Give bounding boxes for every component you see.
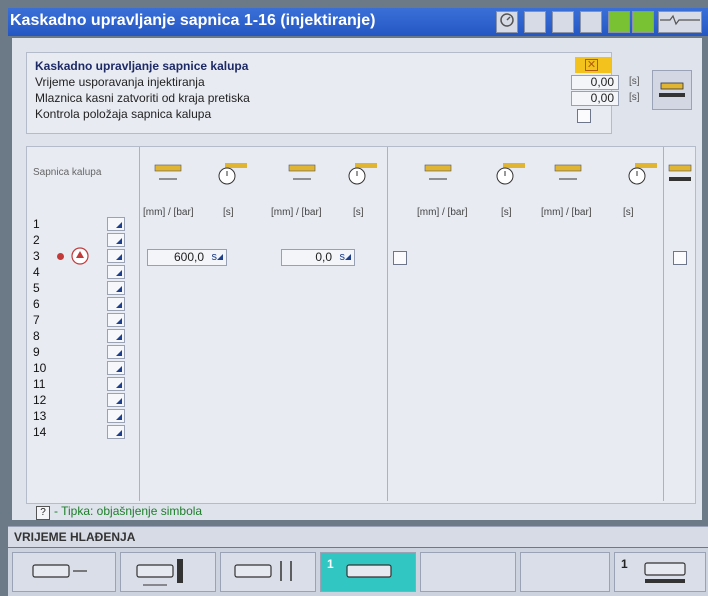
nozzle-delay-unit: [s] bbox=[629, 92, 640, 103]
value-text: 600,0 bbox=[173, 250, 204, 264]
toolbar-slot-2[interactable] bbox=[552, 11, 574, 33]
row-number: 11 bbox=[33, 377, 46, 391]
nozzle-3-position-input[interactable]: 600,0 s bbox=[147, 249, 227, 266]
unit-label: [s] bbox=[353, 207, 364, 218]
row-select-button[interactable] bbox=[107, 329, 125, 343]
help-icon[interactable]: ? bbox=[36, 506, 50, 520]
row-number: 7 bbox=[33, 313, 40, 327]
unit-label: [s] bbox=[623, 207, 634, 218]
slowdown-time-unit: [s] bbox=[629, 76, 640, 87]
nozzle-position-icon-3 bbox=[424, 164, 452, 180]
status-bar: VRIJEME HLAĐENJA bbox=[8, 526, 612, 547]
active-nozzle-dot bbox=[57, 253, 64, 260]
nozzle-3-close-checkbox[interactable] bbox=[673, 251, 687, 265]
position-control-checkbox[interactable] bbox=[577, 109, 591, 123]
nozzle-table: Sapnica kalupa [mm] / [bar] [s] [mm] / [… bbox=[26, 146, 696, 504]
nozzle-delay-label: Mlaznica kasni zatvoriti od kraja pretis… bbox=[35, 91, 250, 105]
row-number: 3 bbox=[33, 249, 40, 263]
row-number: 8 bbox=[33, 329, 40, 343]
row-number: 2 bbox=[33, 233, 40, 247]
nozzle-position-icon bbox=[154, 164, 182, 180]
row-number: 4 bbox=[33, 265, 40, 279]
unit-label: [s] bbox=[223, 207, 234, 218]
row-select-button[interactable] bbox=[107, 297, 125, 311]
unit-label: [mm] / [bar] bbox=[541, 207, 592, 218]
status-bar-right bbox=[606, 526, 708, 547]
row-select-button[interactable] bbox=[107, 281, 125, 295]
row-number: 5 bbox=[33, 281, 40, 295]
unit-label: [mm] / [bar] bbox=[271, 207, 322, 218]
row-number: 1 bbox=[33, 217, 40, 231]
nozzle-position-icon-2 bbox=[288, 164, 316, 180]
help-text: - Tipka: objašnjenje simbola bbox=[54, 504, 203, 518]
nozzle-delay-input[interactable]: 0,00 bbox=[571, 91, 619, 106]
settings-box: Kaskadno upravljanje sapnice kalupa ✕ Vr… bbox=[26, 52, 640, 134]
timer-icon-2 bbox=[348, 163, 377, 185]
timer-icon-3 bbox=[496, 163, 525, 185]
softkey-number: 1 bbox=[621, 557, 628, 571]
nozzle-3-enable-checkbox[interactable] bbox=[393, 251, 407, 265]
tree-icon[interactable] bbox=[632, 11, 654, 33]
softkey-bar: 1 1 bbox=[8, 548, 708, 596]
softkey-number: 1 bbox=[327, 557, 334, 571]
machine-status-icon[interactable] bbox=[608, 11, 630, 33]
position-control-label: Kontrola položaja sapnica kalupa bbox=[35, 107, 212, 121]
row-number: 13 bbox=[33, 409, 47, 423]
row-select-button[interactable] bbox=[107, 361, 125, 375]
row-select-button[interactable] bbox=[107, 217, 125, 231]
slowdown-time-label: Vrijeme usporavanja injektiranja bbox=[35, 75, 205, 89]
suffix-text: s bbox=[212, 250, 223, 265]
toolbar-slot-1[interactable] bbox=[524, 11, 546, 33]
nozzle-settings-button[interactable] bbox=[652, 70, 692, 110]
row-number: 9 bbox=[33, 345, 40, 359]
nozzle-position-icon-4 bbox=[554, 164, 582, 180]
row-select-button[interactable] bbox=[107, 377, 125, 391]
help-hint: ? - Tipka: objašnjenje simbola bbox=[36, 504, 202, 520]
main-panel: Kaskadno upravljanje sapnice kalupa ✕ Vr… bbox=[12, 38, 702, 520]
row-number: 10 bbox=[33, 361, 47, 375]
nozzle-close-icon bbox=[668, 164, 692, 181]
nozzle-icon bbox=[659, 82, 685, 97]
row-select-button[interactable] bbox=[107, 249, 125, 263]
suffix-text: s bbox=[340, 250, 351, 265]
softkey-empty-2[interactable] bbox=[520, 552, 610, 592]
toolbar-slot-3[interactable] bbox=[580, 11, 602, 33]
row-select-button[interactable] bbox=[107, 233, 125, 247]
slowdown-time-input[interactable]: 0,00 bbox=[571, 75, 619, 90]
row-select-button[interactable] bbox=[107, 265, 125, 279]
unit-label: [mm] / [bar] bbox=[143, 207, 194, 218]
clock-icon[interactable] bbox=[496, 11, 518, 33]
unit-label: [s] bbox=[501, 207, 512, 218]
cascade-enable-checkbox[interactable]: ✕ bbox=[575, 57, 611, 73]
row-select-button[interactable] bbox=[107, 393, 125, 407]
softkey-empty-1[interactable] bbox=[420, 552, 516, 592]
softkey-nozzle-close[interactable]: 1 bbox=[614, 552, 706, 592]
row-number: 6 bbox=[33, 297, 40, 311]
softkey-nozzle-updown[interactable] bbox=[220, 552, 316, 592]
unit-label: [mm] / [bar] bbox=[417, 207, 468, 218]
row-number: 12 bbox=[33, 393, 47, 407]
title-bar: Kaskadno upravljanje sapnica 1-16 (injek… bbox=[8, 8, 708, 36]
cascade-enable-label: Kaskadno upravljanje sapnice kalupa bbox=[35, 59, 249, 73]
timer-icon-4 bbox=[628, 163, 657, 185]
softkey-nozzle-retract[interactable] bbox=[12, 552, 116, 592]
window-title: Kaskadno upravljanje sapnica 1-16 (injek… bbox=[10, 12, 376, 29]
table-header-label: Sapnica kalupa bbox=[33, 167, 102, 178]
row-select-button[interactable] bbox=[107, 425, 125, 439]
signal-icon[interactable] bbox=[658, 11, 702, 33]
softkey-cascade-active[interactable]: 1 bbox=[320, 552, 416, 592]
nozzle-3-time-input[interactable]: 0,0 s bbox=[281, 249, 355, 266]
row-number: 14 bbox=[33, 425, 47, 439]
row-select-button[interactable] bbox=[107, 409, 125, 423]
softkey-nozzle-block[interactable] bbox=[120, 552, 216, 592]
value-text: 0,0 bbox=[315, 250, 332, 264]
row-select-button[interactable] bbox=[107, 313, 125, 327]
row-select-button[interactable] bbox=[107, 345, 125, 359]
timer-icon bbox=[218, 163, 247, 185]
temperature-icon bbox=[71, 247, 89, 265]
